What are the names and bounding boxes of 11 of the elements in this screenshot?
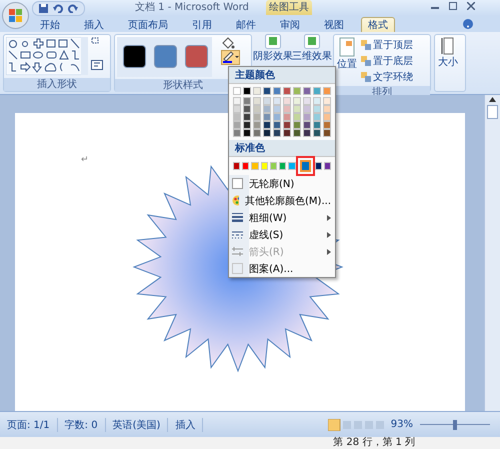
status-item: 字数: 0 (58, 418, 106, 432)
context-tab-header: 绘图工具 (266, 0, 312, 15)
paragraph-mark: ↵ (81, 155, 89, 165)
status-item: 插入 (168, 418, 204, 432)
status-item: 英语(美国) (106, 418, 168, 432)
cursor-position: 第 28 行，第 1 列 (333, 437, 415, 449)
status-item: 页面: 1/1 (0, 418, 58, 432)
menu-section-header: 标准色 (229, 140, 335, 157)
group-label: 插入形状 (4, 78, 110, 91)
menu-section-header: 主题颜色 (229, 67, 335, 84)
window-title: 文档 1 - Microsoft Word (135, 1, 249, 15)
